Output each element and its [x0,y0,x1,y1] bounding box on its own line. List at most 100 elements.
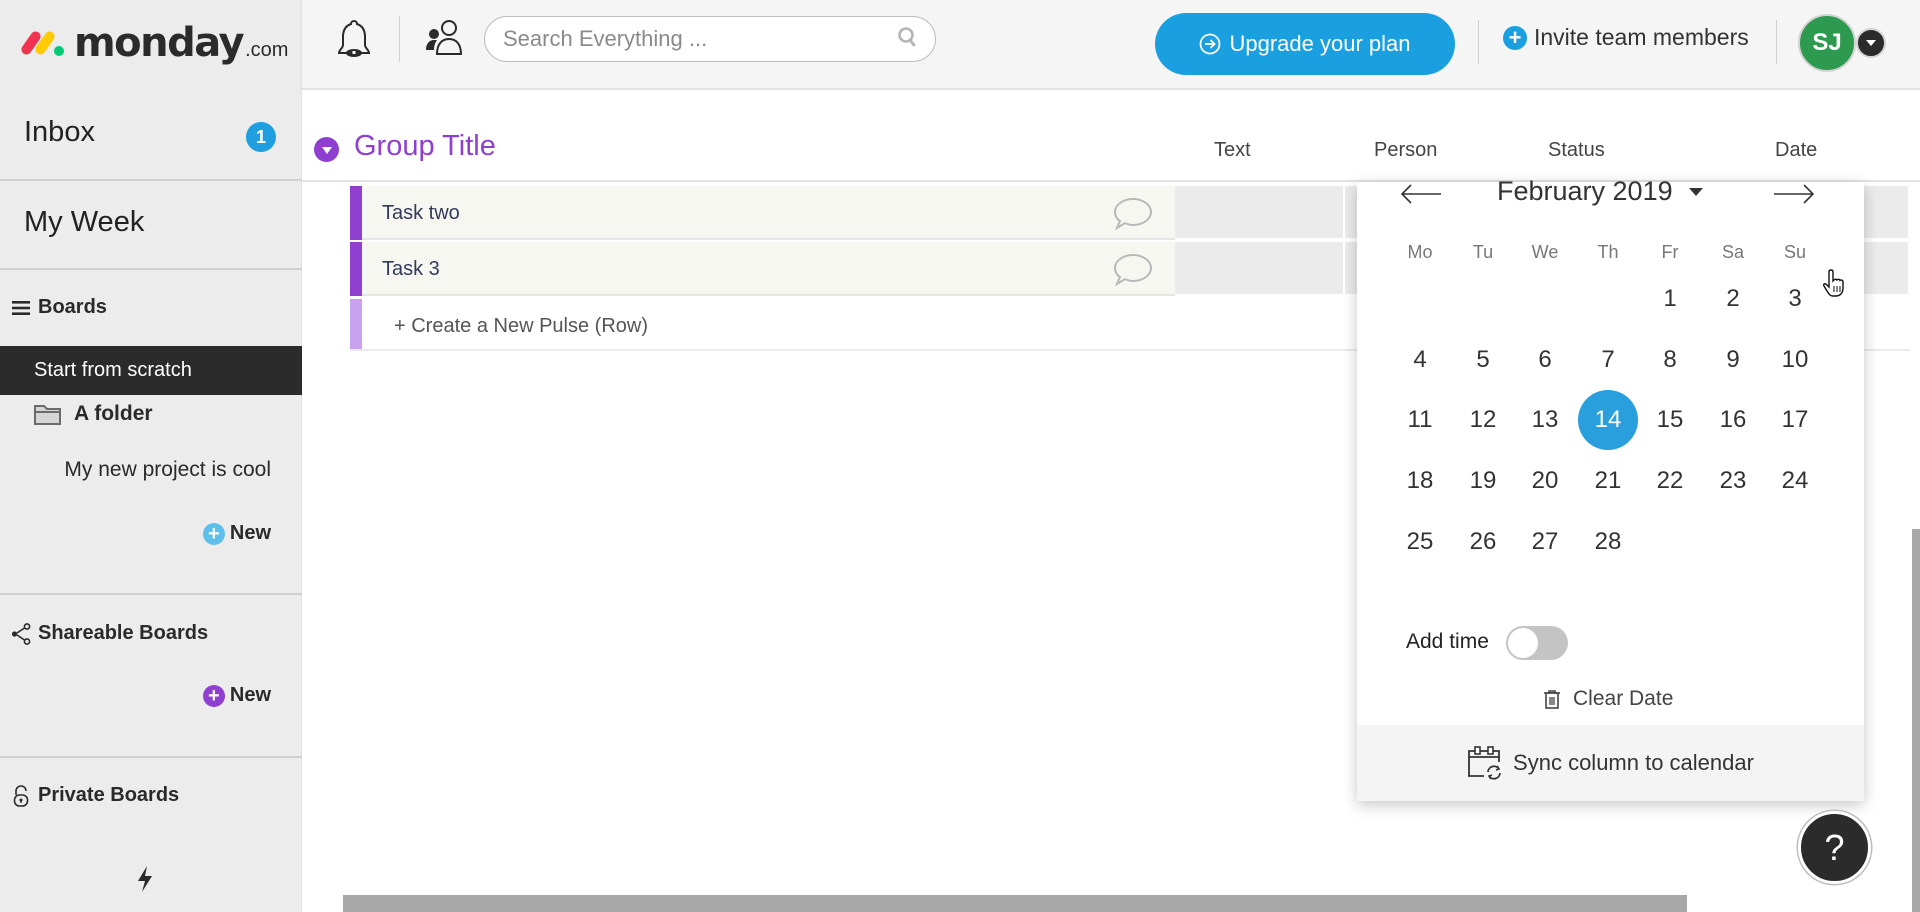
upgrade-plan-button[interactable]: Upgrade your plan [1155,13,1455,75]
sidebar-item-inbox[interactable]: Inbox [24,116,95,149]
column-header-text[interactable]: Text [1214,139,1251,162]
previous-month-arrow-icon[interactable] [1399,182,1443,211]
row-name[interactable]: Task 3 [382,258,440,281]
board-label: Start from scratch [34,359,192,381]
calendar-day[interactable]: 7 [1578,330,1638,390]
sidebar-divider [0,268,302,270]
sidebar-item-my-week[interactable]: My Week [24,206,144,239]
user-avatar[interactable]: SJ [1798,14,1856,72]
row-color-bar [350,299,362,349]
plus-icon: + [1503,25,1527,50]
weekday-label: Mo [1407,242,1433,262]
weekday-label: Su [1783,242,1807,262]
next-month-arrow-icon[interactable] [1772,182,1816,211]
sidebar-board-start-from-scratch[interactable]: Start from scratch [0,346,302,395]
group-title[interactable]: Group Title [354,130,496,163]
user-menu-chevron-down-icon[interactable] [1856,28,1886,58]
search-icon[interactable] [897,26,917,53]
new-board-button[interactable]: + New [202,522,271,545]
new-shareable-board-button[interactable]: + New [202,684,271,707]
row-name-cell[interactable]: Task two [362,186,1175,240]
calendar-day[interactable]: 1 [1640,269,1700,329]
calendar-day[interactable]: 12 [1453,390,1513,450]
calendar-day[interactable]: 6 [1515,330,1575,390]
folder-label: A folder [74,402,153,425]
sidebar-divider [0,756,302,758]
weekday-label: Tu [1472,242,1494,262]
private-boards-header[interactable]: Private Boards [10,784,179,807]
invite-label: Invite team members [1534,24,1749,50]
calendar-day[interactable]: 3 [1765,269,1825,329]
comment-bubble-icon[interactable] [1112,196,1154,237]
calendar-day[interactable]: 2 [1703,269,1763,329]
my-week-label: My Week [24,206,145,238]
month-year-selector[interactable]: February 2019 [1497,176,1703,207]
column-header-date[interactable]: Date [1775,139,1817,162]
calendar-day[interactable]: 22 [1640,451,1700,511]
clear-date-label: Clear Date [1573,687,1674,710]
notifications-bell-icon[interactable] [334,18,374,65]
plus-icon: + [202,522,225,545]
calendar-day[interactable]: 10 [1765,330,1825,390]
search-box[interactable] [484,16,936,62]
calendar-day[interactable]: 9 [1703,330,1763,390]
calendar-day-selected[interactable]: 14 [1578,390,1638,450]
column-header-status[interactable]: Status [1548,139,1605,162]
calendar-day[interactable]: 16 [1703,390,1763,450]
clear-date-button[interactable]: Clear Date [1543,687,1673,711]
create-pulse-label[interactable]: + Create a New Pulse (Row) [394,315,648,338]
calendar-day[interactable]: 13 [1515,390,1575,450]
add-time-label: Add time [1406,630,1489,653]
calendar-day[interactable]: 8 [1640,330,1700,390]
calendar-day[interactable]: 21 [1578,451,1638,511]
row-color-bar [350,186,362,240]
search-input[interactable] [503,26,897,52]
monday-logo-mark-icon [19,28,68,58]
calendar-day[interactable]: 25 [1390,512,1450,572]
sidebar-board-my-new-project[interactable]: My new project is cool [64,458,271,482]
sidebar-folder[interactable]: A folder [34,402,153,426]
topbar-divider [1776,20,1777,64]
add-time-toggle[interactable] [1506,626,1568,660]
calendar-day[interactable]: 24 [1765,451,1825,511]
horizontal-scrollbar[interactable] [343,895,1687,912]
calendar-day[interactable]: 19 [1453,451,1513,511]
row-name-cell[interactable]: Task 3 [362,242,1175,296]
row-color-bar [350,242,362,296]
text-cell[interactable] [1175,186,1345,240]
text-cell[interactable] [1175,242,1345,296]
team-members-icon[interactable] [424,18,464,63]
boards-section-header[interactable]: Boards [10,296,107,319]
lock-icon [10,784,32,807]
calendar-day[interactable]: 4 [1390,330,1450,390]
row-name[interactable]: Task two [382,202,460,225]
lightning-icon[interactable] [136,866,154,897]
inbox-count-badge: 1 [246,122,276,152]
calendar-day[interactable]: 18 [1390,451,1450,511]
toggle-knob [1508,628,1538,658]
column-header-person[interactable]: Person [1374,139,1437,162]
sync-column-to-calendar-button[interactable]: Sync column to calendar [1357,725,1864,801]
calendar-day[interactable]: 23 [1703,451,1763,511]
sync-label: Sync column to calendar [1513,750,1754,775]
invite-team-members-button[interactable]: + Invite team members [1503,24,1749,51]
group-collapse-chevron-icon[interactable] [314,137,339,162]
calendar-day[interactable]: 28 [1578,512,1638,572]
calendar-day[interactable]: 20 [1515,451,1575,511]
calendar-day[interactable]: 11 [1390,390,1450,450]
shareable-boards-header[interactable]: Shareable Boards [10,622,208,645]
calendar-day[interactable]: 5 [1453,330,1513,390]
sidebar-divider [0,593,302,595]
calendar-day[interactable]: 15 [1640,390,1700,450]
new-label: New [229,522,271,544]
menu-icon [10,300,32,316]
calendar-day[interactable]: 26 [1453,512,1513,572]
weekday-label: Th [1597,242,1619,262]
help-button[interactable]: ? [1798,811,1871,884]
monday-logo[interactable]: monday .com [19,18,288,68]
calendar-day[interactable]: 27 [1515,512,1575,572]
calendar-day[interactable]: 17 [1765,390,1825,450]
vertical-scrollbar[interactable] [1912,529,1920,912]
comment-bubble-icon[interactable] [1112,252,1154,293]
logo-wordmark: monday [74,20,245,66]
